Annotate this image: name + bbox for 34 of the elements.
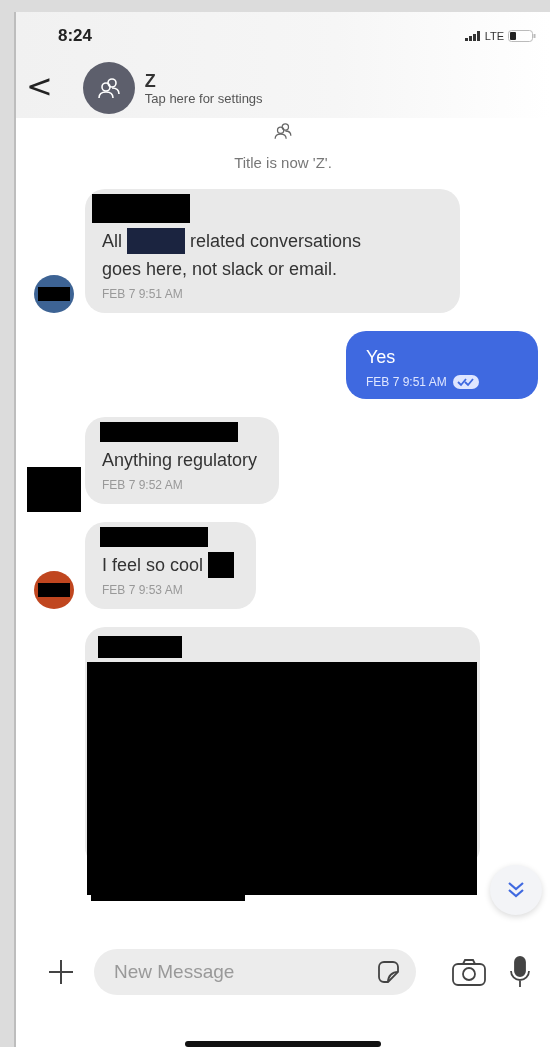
- redaction-bar: [27, 467, 81, 512]
- redaction-bar: [208, 552, 235, 578]
- redaction-bar: [38, 287, 70, 301]
- status-time: 8:24: [58, 26, 93, 46]
- message-field[interactable]: New Message: [94, 949, 416, 995]
- group-icon: [272, 120, 294, 142]
- microphone-button[interactable]: [508, 956, 532, 988]
- message-text: I feel so cool: [102, 554, 204, 577]
- back-button[interactable]: <: [26, 70, 73, 106]
- message-text: Anything regulatory: [102, 449, 258, 472]
- message-text: All: [102, 230, 122, 253]
- chat-title[interactable]: Z: [144, 70, 263, 91]
- network-label: LTE: [484, 30, 504, 42]
- microphone-icon: [508, 956, 532, 988]
- signal-icon: [464, 31, 481, 41]
- camera-button[interactable]: [452, 958, 486, 986]
- message-text: related conversations: [190, 230, 362, 253]
- battery-icon: [508, 30, 536, 42]
- add-button[interactable]: [48, 959, 74, 985]
- message-text: Yes: [366, 346, 396, 369]
- camera-icon: [452, 958, 486, 986]
- scroll-down-button[interactable]: [490, 865, 542, 915]
- message-input[interactable]: New Message: [112, 960, 374, 984]
- message-time: FEB 7 9:52 AM: [102, 478, 183, 492]
- system-message: Title is now 'Z'.: [234, 154, 332, 171]
- message-text: goes here, not slack or email.: [102, 258, 338, 281]
- redaction-bar: [127, 228, 185, 254]
- message-time: FEB 7 9:51 AM: [102, 287, 183, 301]
- plus-icon: [48, 959, 74, 985]
- chat-subtitle[interactable]: Tap here for settings: [144, 90, 263, 106]
- redaction-bar: [38, 583, 70, 597]
- message-time: FEB 7 9:53 AM: [102, 583, 183, 597]
- message-time: FEB 7 9:51 AM: [366, 375, 447, 389]
- group-avatar[interactable]: [82, 62, 135, 114]
